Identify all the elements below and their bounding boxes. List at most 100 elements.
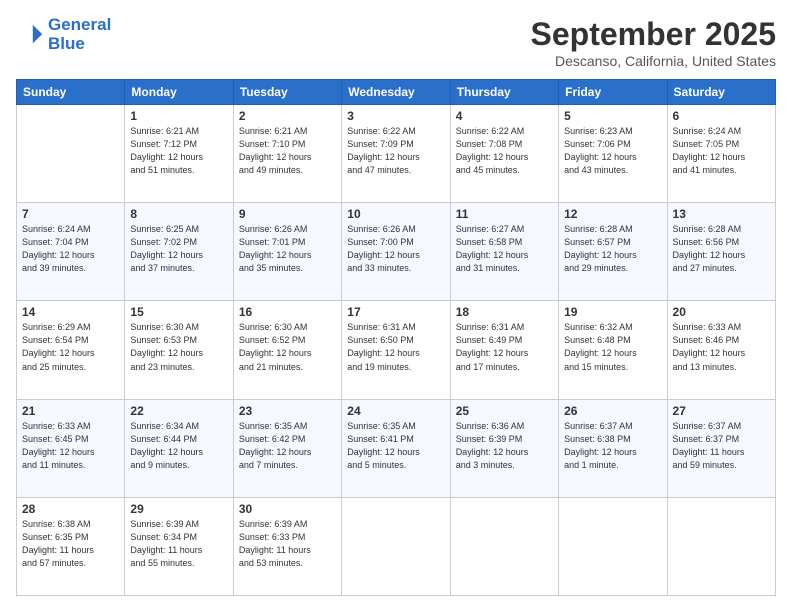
- calendar-cell: 24 Sunrise: 6:35 AMSunset: 6:41 PMDayligh…: [342, 399, 450, 497]
- day-info: Sunrise: 6:37 AMSunset: 6:37 PMDaylight:…: [673, 420, 770, 472]
- calendar-cell: 29 Sunrise: 6:39 AMSunset: 6:34 PMDayligh…: [125, 497, 233, 595]
- day-number: 7: [22, 207, 119, 221]
- day-info: Sunrise: 6:33 AMSunset: 6:46 PMDaylight:…: [673, 321, 770, 373]
- day-number: 2: [239, 109, 336, 123]
- day-info: Sunrise: 6:35 AMSunset: 6:41 PMDaylight:…: [347, 420, 444, 472]
- weekday-header-tuesday: Tuesday: [233, 80, 341, 105]
- week-row-1: 7 Sunrise: 6:24 AMSunset: 7:04 PMDaylight…: [17, 203, 776, 301]
- weekday-header-row: SundayMondayTuesdayWednesdayThursdayFrid…: [17, 80, 776, 105]
- day-number: 19: [564, 305, 661, 319]
- day-number: 17: [347, 305, 444, 319]
- day-info: Sunrise: 6:27 AMSunset: 6:58 PMDaylight:…: [456, 223, 553, 275]
- calendar-cell: 20 Sunrise: 6:33 AMSunset: 6:46 PMDayligh…: [667, 301, 775, 399]
- day-info: Sunrise: 6:32 AMSunset: 6:48 PMDaylight:…: [564, 321, 661, 373]
- calendar-cell: 30 Sunrise: 6:39 AMSunset: 6:33 PMDayligh…: [233, 497, 341, 595]
- calendar-cell: 10 Sunrise: 6:26 AMSunset: 7:00 PMDayligh…: [342, 203, 450, 301]
- day-info: Sunrise: 6:35 AMSunset: 6:42 PMDaylight:…: [239, 420, 336, 472]
- day-number: 11: [456, 207, 553, 221]
- day-number: 30: [239, 502, 336, 516]
- day-info: Sunrise: 6:37 AMSunset: 6:38 PMDaylight:…: [564, 420, 661, 472]
- calendar-cell: 19 Sunrise: 6:32 AMSunset: 6:48 PMDayligh…: [559, 301, 667, 399]
- calendar-cell: 4 Sunrise: 6:22 AMSunset: 7:08 PMDaylight…: [450, 105, 558, 203]
- day-info: Sunrise: 6:31 AMSunset: 6:50 PMDaylight:…: [347, 321, 444, 373]
- day-number: 9: [239, 207, 336, 221]
- day-number: 20: [673, 305, 770, 319]
- page: General Blue September 2025 Descanso, Ca…: [0, 0, 792, 612]
- day-number: 23: [239, 404, 336, 418]
- day-number: 14: [22, 305, 119, 319]
- day-info: Sunrise: 6:36 AMSunset: 6:39 PMDaylight:…: [456, 420, 553, 472]
- calendar-cell: 11 Sunrise: 6:27 AMSunset: 6:58 PMDayligh…: [450, 203, 558, 301]
- calendar-cell: 26 Sunrise: 6:37 AMSunset: 6:38 PMDayligh…: [559, 399, 667, 497]
- day-info: Sunrise: 6:31 AMSunset: 6:49 PMDaylight:…: [456, 321, 553, 373]
- day-info: Sunrise: 6:22 AMSunset: 7:08 PMDaylight:…: [456, 125, 553, 177]
- calendar-cell: [450, 497, 558, 595]
- day-info: Sunrise: 6:21 AMSunset: 7:12 PMDaylight:…: [130, 125, 227, 177]
- day-number: 10: [347, 207, 444, 221]
- day-number: 6: [673, 109, 770, 123]
- day-info: Sunrise: 6:24 AMSunset: 7:04 PMDaylight:…: [22, 223, 119, 275]
- calendar-cell: 7 Sunrise: 6:24 AMSunset: 7:04 PMDaylight…: [17, 203, 125, 301]
- calendar-cell: 18 Sunrise: 6:31 AMSunset: 6:49 PMDayligh…: [450, 301, 558, 399]
- calendar-cell: 15 Sunrise: 6:30 AMSunset: 6:53 PMDayligh…: [125, 301, 233, 399]
- calendar-cell: 5Sunrise: 6:23 AMSunset: 7:06 PMDaylight…: [559, 105, 667, 203]
- day-number: 29: [130, 502, 227, 516]
- day-number: 26: [564, 404, 661, 418]
- day-number: 24: [347, 404, 444, 418]
- calendar: SundayMondayTuesdayWednesdayThursdayFrid…: [16, 79, 776, 596]
- day-number: 13: [673, 207, 770, 221]
- day-info: Sunrise: 6:38 AMSunset: 6:35 PMDaylight:…: [22, 518, 119, 570]
- day-info: Sunrise: 6:39 AMSunset: 6:33 PMDaylight:…: [239, 518, 336, 570]
- calendar-cell: 2 Sunrise: 6:21 AMSunset: 7:10 PMDaylight…: [233, 105, 341, 203]
- calendar-cell: 9 Sunrise: 6:26 AMSunset: 7:01 PMDaylight…: [233, 203, 341, 301]
- calendar-cell: 13 Sunrise: 6:28 AMSunset: 6:56 PMDayligh…: [667, 203, 775, 301]
- day-info: Sunrise: 6:24 AMSunset: 7:05 PMDaylight:…: [673, 125, 770, 177]
- day-info: Sunrise: 6:28 AMSunset: 6:56 PMDaylight:…: [673, 223, 770, 275]
- day-info: Sunrise: 6:34 AMSunset: 6:44 PMDaylight:…: [130, 420, 227, 472]
- calendar-cell: 6 Sunrise: 6:24 AMSunset: 7:05 PMDaylight…: [667, 105, 775, 203]
- weekday-header-wednesday: Wednesday: [342, 80, 450, 105]
- day-info: Sunrise: 6:26 AMSunset: 7:01 PMDaylight:…: [239, 223, 336, 275]
- day-info: Sunrise: 6:30 AMSunset: 6:52 PMDaylight:…: [239, 321, 336, 373]
- day-info: Sunrise: 6:21 AMSunset: 7:10 PMDaylight:…: [239, 125, 336, 177]
- day-number: 4: [456, 109, 553, 123]
- calendar-cell: 17 Sunrise: 6:31 AMSunset: 6:50 PMDayligh…: [342, 301, 450, 399]
- day-number: 3: [347, 109, 444, 123]
- day-number: 27: [673, 404, 770, 418]
- day-number: 18: [456, 305, 553, 319]
- day-number: 15: [130, 305, 227, 319]
- calendar-cell: [667, 497, 775, 595]
- logo: General Blue: [16, 16, 111, 53]
- day-number: 22: [130, 404, 227, 418]
- calendar-cell: 16 Sunrise: 6:30 AMSunset: 6:52 PMDayligh…: [233, 301, 341, 399]
- day-info: Sunrise: 6:28 AMSunset: 6:57 PMDaylight:…: [564, 223, 661, 275]
- calendar-cell: 28Sunrise: 6:38 AMSunset: 6:35 PMDayligh…: [17, 497, 125, 595]
- title-block: September 2025 Descanso, California, Uni…: [531, 16, 776, 69]
- day-info: Sunrise: 6:25 AMSunset: 7:02 PMDaylight:…: [130, 223, 227, 275]
- week-row-3: 21Sunrise: 6:33 AMSunset: 6:45 PMDayligh…: [17, 399, 776, 497]
- weekday-header-monday: Monday: [125, 80, 233, 105]
- day-info: Sunrise: 6:30 AMSunset: 6:53 PMDaylight:…: [130, 321, 227, 373]
- day-info: Sunrise: 6:26 AMSunset: 7:00 PMDaylight:…: [347, 223, 444, 275]
- day-info: Sunrise: 6:39 AMSunset: 6:34 PMDaylight:…: [130, 518, 227, 570]
- week-row-4: 28Sunrise: 6:38 AMSunset: 6:35 PMDayligh…: [17, 497, 776, 595]
- calendar-cell: 1Sunrise: 6:21 AMSunset: 7:12 PMDaylight…: [125, 105, 233, 203]
- weekday-header-friday: Friday: [559, 80, 667, 105]
- day-number: 5: [564, 109, 661, 123]
- week-row-2: 14Sunrise: 6:29 AMSunset: 6:54 PMDayligh…: [17, 301, 776, 399]
- day-number: 21: [22, 404, 119, 418]
- calendar-cell: 25 Sunrise: 6:36 AMSunset: 6:39 PMDayligh…: [450, 399, 558, 497]
- day-number: 25: [456, 404, 553, 418]
- day-number: 8: [130, 207, 227, 221]
- week-row-0: 1Sunrise: 6:21 AMSunset: 7:12 PMDaylight…: [17, 105, 776, 203]
- calendar-cell: 3Sunrise: 6:22 AMSunset: 7:09 PMDaylight…: [342, 105, 450, 203]
- weekday-header-sunday: Sunday: [17, 80, 125, 105]
- day-number: 12: [564, 207, 661, 221]
- calendar-cell: 21Sunrise: 6:33 AMSunset: 6:45 PMDayligh…: [17, 399, 125, 497]
- weekday-header-saturday: Saturday: [667, 80, 775, 105]
- day-number: 16: [239, 305, 336, 319]
- weekday-header-thursday: Thursday: [450, 80, 558, 105]
- calendar-cell: [559, 497, 667, 595]
- calendar-cell: [342, 497, 450, 595]
- calendar-cell: 22 Sunrise: 6:34 AMSunset: 6:44 PMDayligh…: [125, 399, 233, 497]
